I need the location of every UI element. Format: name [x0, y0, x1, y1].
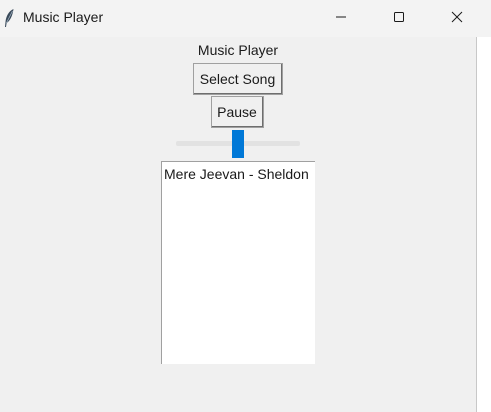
volume-slider-thumb[interactable]	[232, 130, 244, 158]
window-edge-strip	[477, 37, 491, 412]
close-icon	[451, 10, 463, 28]
select-song-button[interactable]: Select Song	[193, 63, 283, 95]
window-title: Music Player	[23, 9, 104, 25]
list-item[interactable]: Mere Jeevan - Sheldon	[164, 166, 309, 182]
playlist-listbox[interactable]: Mere Jeevan - Sheldon	[161, 161, 315, 364]
minimize-icon	[335, 10, 347, 28]
close-button[interactable]	[434, 0, 480, 37]
music-player-window: Music Player Music Player Select Song Pa…	[0, 0, 491, 412]
feather-icon	[3, 8, 15, 28]
maximize-button[interactable]	[376, 0, 422, 37]
title-bar[interactable]: Music Player	[0, 0, 491, 37]
pause-button[interactable]: Pause	[211, 96, 264, 128]
maximize-icon	[393, 10, 405, 28]
minimize-button[interactable]	[318, 0, 364, 37]
app-heading: Music Player	[197, 42, 279, 58]
